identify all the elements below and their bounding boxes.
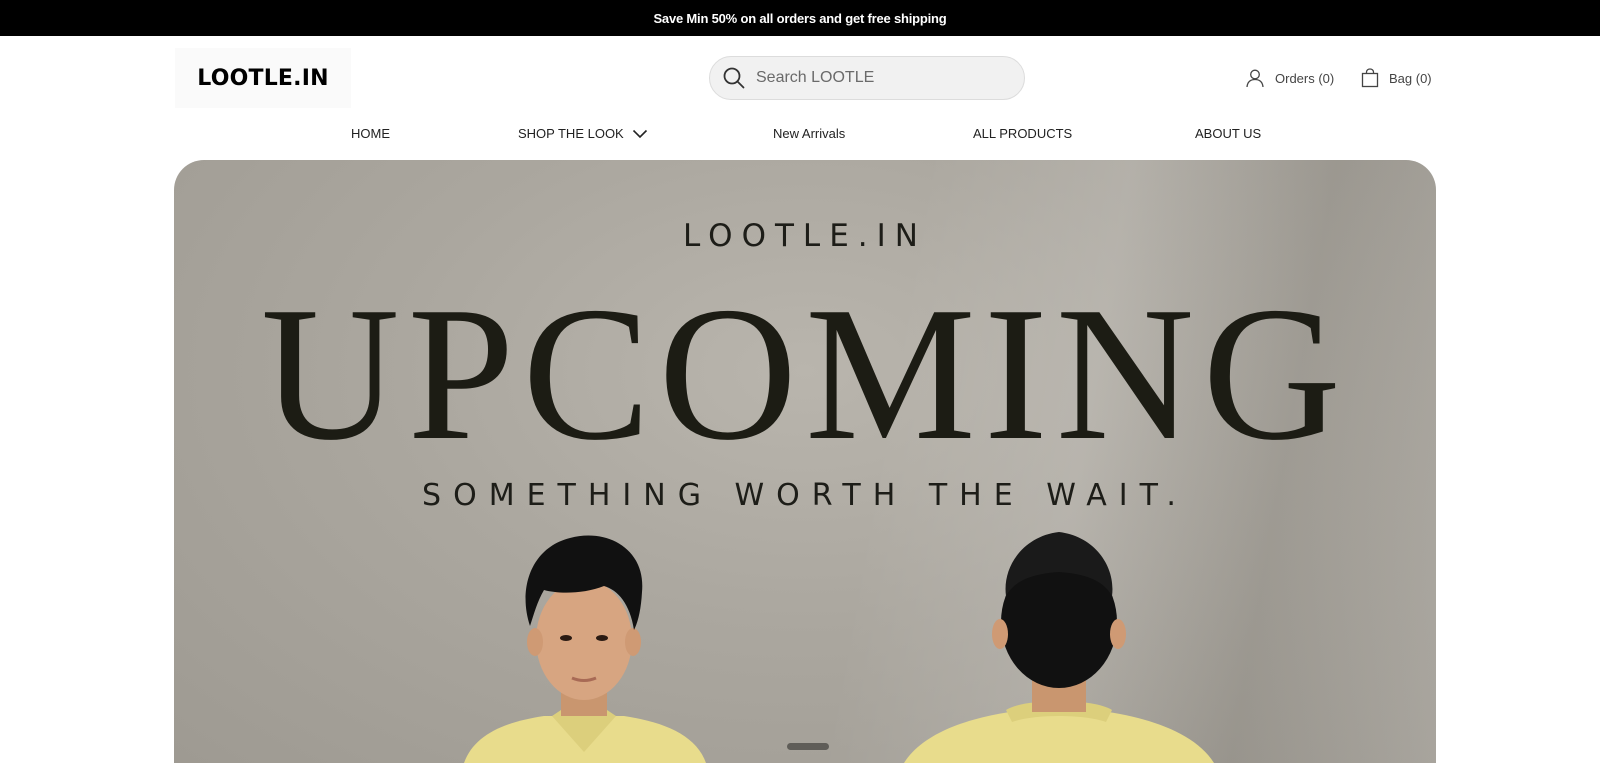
shopping-bag-icon [1361, 68, 1379, 88]
site-logo[interactable]: LOOTLE.IN [175, 48, 351, 108]
main-nav: HOME SHOP THE LOOK New Arrivals ALL PROD… [0, 126, 1600, 146]
nav-item-label: ALL PRODUCTS [973, 126, 1073, 141]
announcement-bar: Save Min 50% on all orders and get free … [0, 0, 1600, 36]
nav-item-about-us[interactable]: ABOUT US [1195, 126, 1261, 141]
nav-item-label: SHOP THE LOOK [518, 126, 624, 141]
model-back-image [904, 532, 1214, 763]
hero-tagline: SOMETHING WORTH THE WAIT. [422, 478, 1188, 513]
search-icon[interactable] [722, 66, 746, 90]
nav-item-all-products[interactable]: ALL PRODUCTS [973, 126, 1072, 141]
search-input[interactable] [756, 69, 996, 87]
model-front-image [464, 535, 706, 763]
announcement-text: Save Min 50% on all orders and get free … [653, 10, 947, 26]
chevron-down-icon [632, 129, 647, 138]
logo-text: LOOTLE.IN [197, 65, 329, 91]
hero-headline: UPCOMING [260, 267, 1350, 480]
nav-item-new-arrivals[interactable]: New Arrivals [773, 126, 845, 141]
nav-item-label: New Arrivals [773, 126, 846, 141]
nav-item-label: ABOUT US [1195, 126, 1262, 141]
orders-link[interactable]: Orders (0) [1245, 66, 1334, 90]
bag-label: Bag (0) [1389, 70, 1432, 86]
bag-link[interactable]: Bag (0) [1361, 66, 1432, 90]
carousel-indicator[interactable] [787, 743, 829, 750]
orders-label: Orders (0) [1275, 70, 1335, 86]
nav-item-shop-the-look[interactable]: SHOP THE LOOK [518, 126, 648, 141]
nav-item-home[interactable]: HOME [351, 126, 390, 141]
hero-banner[interactable]: LOOTLE.IN UPCOMING SOMETHING WORTH THE W… [174, 160, 1436, 763]
nav-item-label: HOME [351, 126, 390, 141]
hero-brand: LOOTLE.IN [683, 218, 927, 254]
user-icon [1246, 69, 1264, 88]
search-bar[interactable] [709, 56, 1025, 100]
